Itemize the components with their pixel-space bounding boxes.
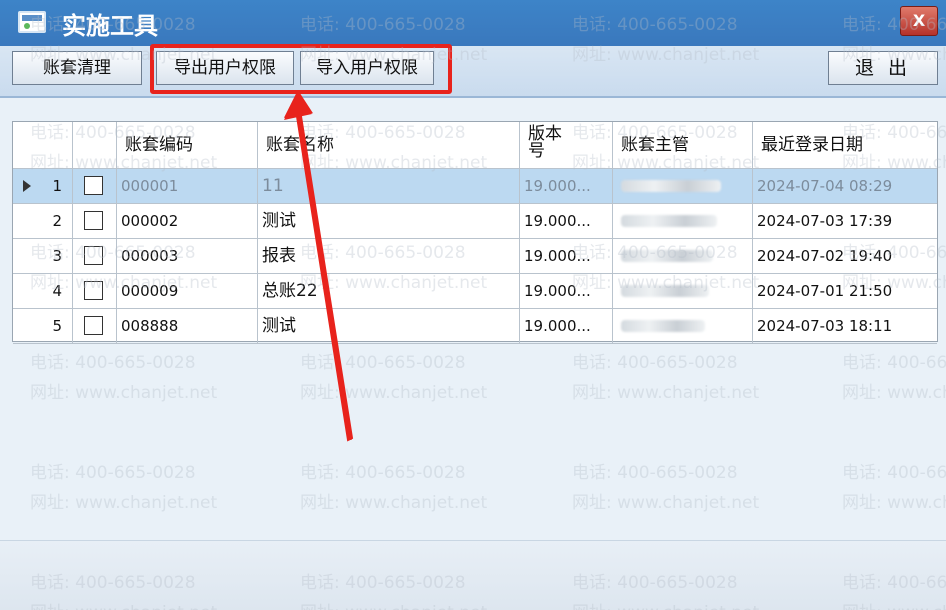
row-checkbox[interactable] bbox=[84, 281, 103, 300]
row-number[interactable]: 4 bbox=[13, 274, 73, 309]
toolbar: 账套清理 导出用户权限 导入用户权限 退 出 bbox=[0, 46, 946, 98]
cell-manager[interactable] bbox=[613, 239, 753, 274]
cell-version[interactable]: 19.000... bbox=[520, 309, 613, 344]
cell-manager[interactable] bbox=[613, 204, 753, 239]
row-number[interactable]: 1 bbox=[13, 169, 73, 204]
watermark-phone: 电话: 400-665-0028 bbox=[300, 463, 466, 483]
redacted-manager bbox=[621, 285, 709, 297]
cell-code[interactable]: 000002 bbox=[117, 204, 258, 239]
watermark-phone: 电话: 400-665-0028 bbox=[30, 353, 196, 373]
row-checkbox-cell bbox=[73, 169, 117, 204]
row-checkbox-cell bbox=[73, 239, 117, 274]
cell-name[interactable]: 测试 bbox=[258, 309, 520, 344]
cell-name[interactable]: 总账22 bbox=[258, 274, 520, 309]
status-area bbox=[0, 540, 946, 610]
cell-version[interactable]: 19.000... bbox=[520, 204, 613, 239]
row-checkbox[interactable] bbox=[84, 246, 103, 265]
column-header-code[interactable]: 账套编码 bbox=[117, 122, 258, 169]
watermark-phone: 电话: 400-665-0028 bbox=[572, 463, 738, 483]
redacted-manager bbox=[621, 250, 713, 262]
watermark-site: 网址: www.chanjet.net bbox=[30, 383, 218, 403]
cell-name[interactable]: 测试 bbox=[258, 204, 520, 239]
column-header-version-label: 版本号 bbox=[528, 124, 562, 161]
exit-button[interactable]: 退 出 bbox=[828, 51, 938, 85]
current-row-pointer-icon bbox=[23, 180, 31, 192]
redacted-manager bbox=[621, 180, 721, 192]
watermark-phone: 电话: 400-665-0028 bbox=[842, 463, 946, 483]
row-number[interactable]: 2 bbox=[13, 204, 73, 239]
cell-name[interactable]: 11 bbox=[258, 169, 520, 204]
cell-last-login[interactable]: 2024-07-03 18:11 bbox=[753, 309, 937, 344]
cell-version[interactable]: 19.000... bbox=[520, 239, 613, 274]
cell-last-login[interactable]: 2024-07-01 21:50 bbox=[753, 274, 937, 309]
cell-last-login[interactable]: 2024-07-04 08:29 bbox=[753, 169, 937, 204]
cell-code[interactable]: 000003 bbox=[117, 239, 258, 274]
window-title: 实施工具 bbox=[62, 12, 158, 40]
app-window-icon bbox=[18, 11, 46, 33]
row-number[interactable]: 5 bbox=[13, 309, 73, 344]
cell-manager[interactable] bbox=[613, 274, 753, 309]
row-checkbox-cell bbox=[73, 274, 117, 309]
column-header-version[interactable]: 版本号 bbox=[520, 122, 613, 169]
column-header-name[interactable]: 账套名称 bbox=[258, 122, 520, 169]
row-checkbox-cell bbox=[73, 204, 117, 239]
annotation-highlight-box bbox=[150, 44, 452, 94]
cell-code[interactable]: 000001 bbox=[117, 169, 258, 204]
account-table: 账套编码 账套名称 版本号 账套主管 最近登录日期 1 000001 11 19… bbox=[12, 121, 938, 344]
watermark-phone: 电话: 400-665-0028 bbox=[572, 353, 738, 373]
cell-manager[interactable] bbox=[613, 169, 753, 204]
cell-version[interactable]: 19.000... bbox=[520, 169, 613, 204]
table-corner-header bbox=[13, 122, 73, 169]
row-checkbox-cell bbox=[73, 309, 117, 344]
watermark-site: 网址: www.chanjet.net bbox=[300, 383, 488, 403]
redacted-manager bbox=[621, 215, 717, 227]
checkbox-column-header bbox=[73, 122, 117, 169]
watermark-phone: 电话: 400-665-0028 bbox=[842, 353, 946, 373]
close-button[interactable]: X bbox=[900, 6, 938, 36]
clear-account-button[interactable]: 账套清理 bbox=[12, 51, 142, 85]
cell-last-login[interactable]: 2024-07-03 17:39 bbox=[753, 204, 937, 239]
cell-code[interactable]: 000009 bbox=[117, 274, 258, 309]
row-checkbox[interactable] bbox=[84, 316, 103, 335]
column-header-manager[interactable]: 账套主管 bbox=[613, 122, 753, 169]
watermark-site: 网址: www.chanjet.net bbox=[572, 383, 760, 403]
watermark-phone: 电话: 400-665-0028 bbox=[30, 463, 196, 483]
cell-version[interactable]: 19.000... bbox=[520, 274, 613, 309]
watermark-site: 网址: www.chanjet.net bbox=[842, 383, 946, 403]
watermark-phone: 电话: 400-665-0028 bbox=[300, 353, 466, 373]
row-checkbox[interactable] bbox=[84, 176, 103, 195]
row-checkbox[interactable] bbox=[84, 211, 103, 230]
watermark-site: 网址: www.chanjet.net bbox=[842, 493, 946, 513]
title-bar: 实施工具 X bbox=[0, 0, 946, 46]
cell-last-login[interactable]: 2024-07-02 19:40 bbox=[753, 239, 937, 274]
cell-code[interactable]: 008888 bbox=[117, 309, 258, 344]
cell-manager[interactable] bbox=[613, 309, 753, 344]
watermark-site: 网址: www.chanjet.net bbox=[30, 493, 218, 513]
redacted-manager bbox=[621, 320, 705, 332]
cell-name[interactable]: 报表 bbox=[258, 239, 520, 274]
watermark-site: 网址: www.chanjet.net bbox=[572, 493, 760, 513]
watermark-site: 网址: www.chanjet.net bbox=[300, 493, 488, 513]
row-number[interactable]: 3 bbox=[13, 239, 73, 274]
column-header-last-login[interactable]: 最近登录日期 bbox=[753, 122, 937, 169]
